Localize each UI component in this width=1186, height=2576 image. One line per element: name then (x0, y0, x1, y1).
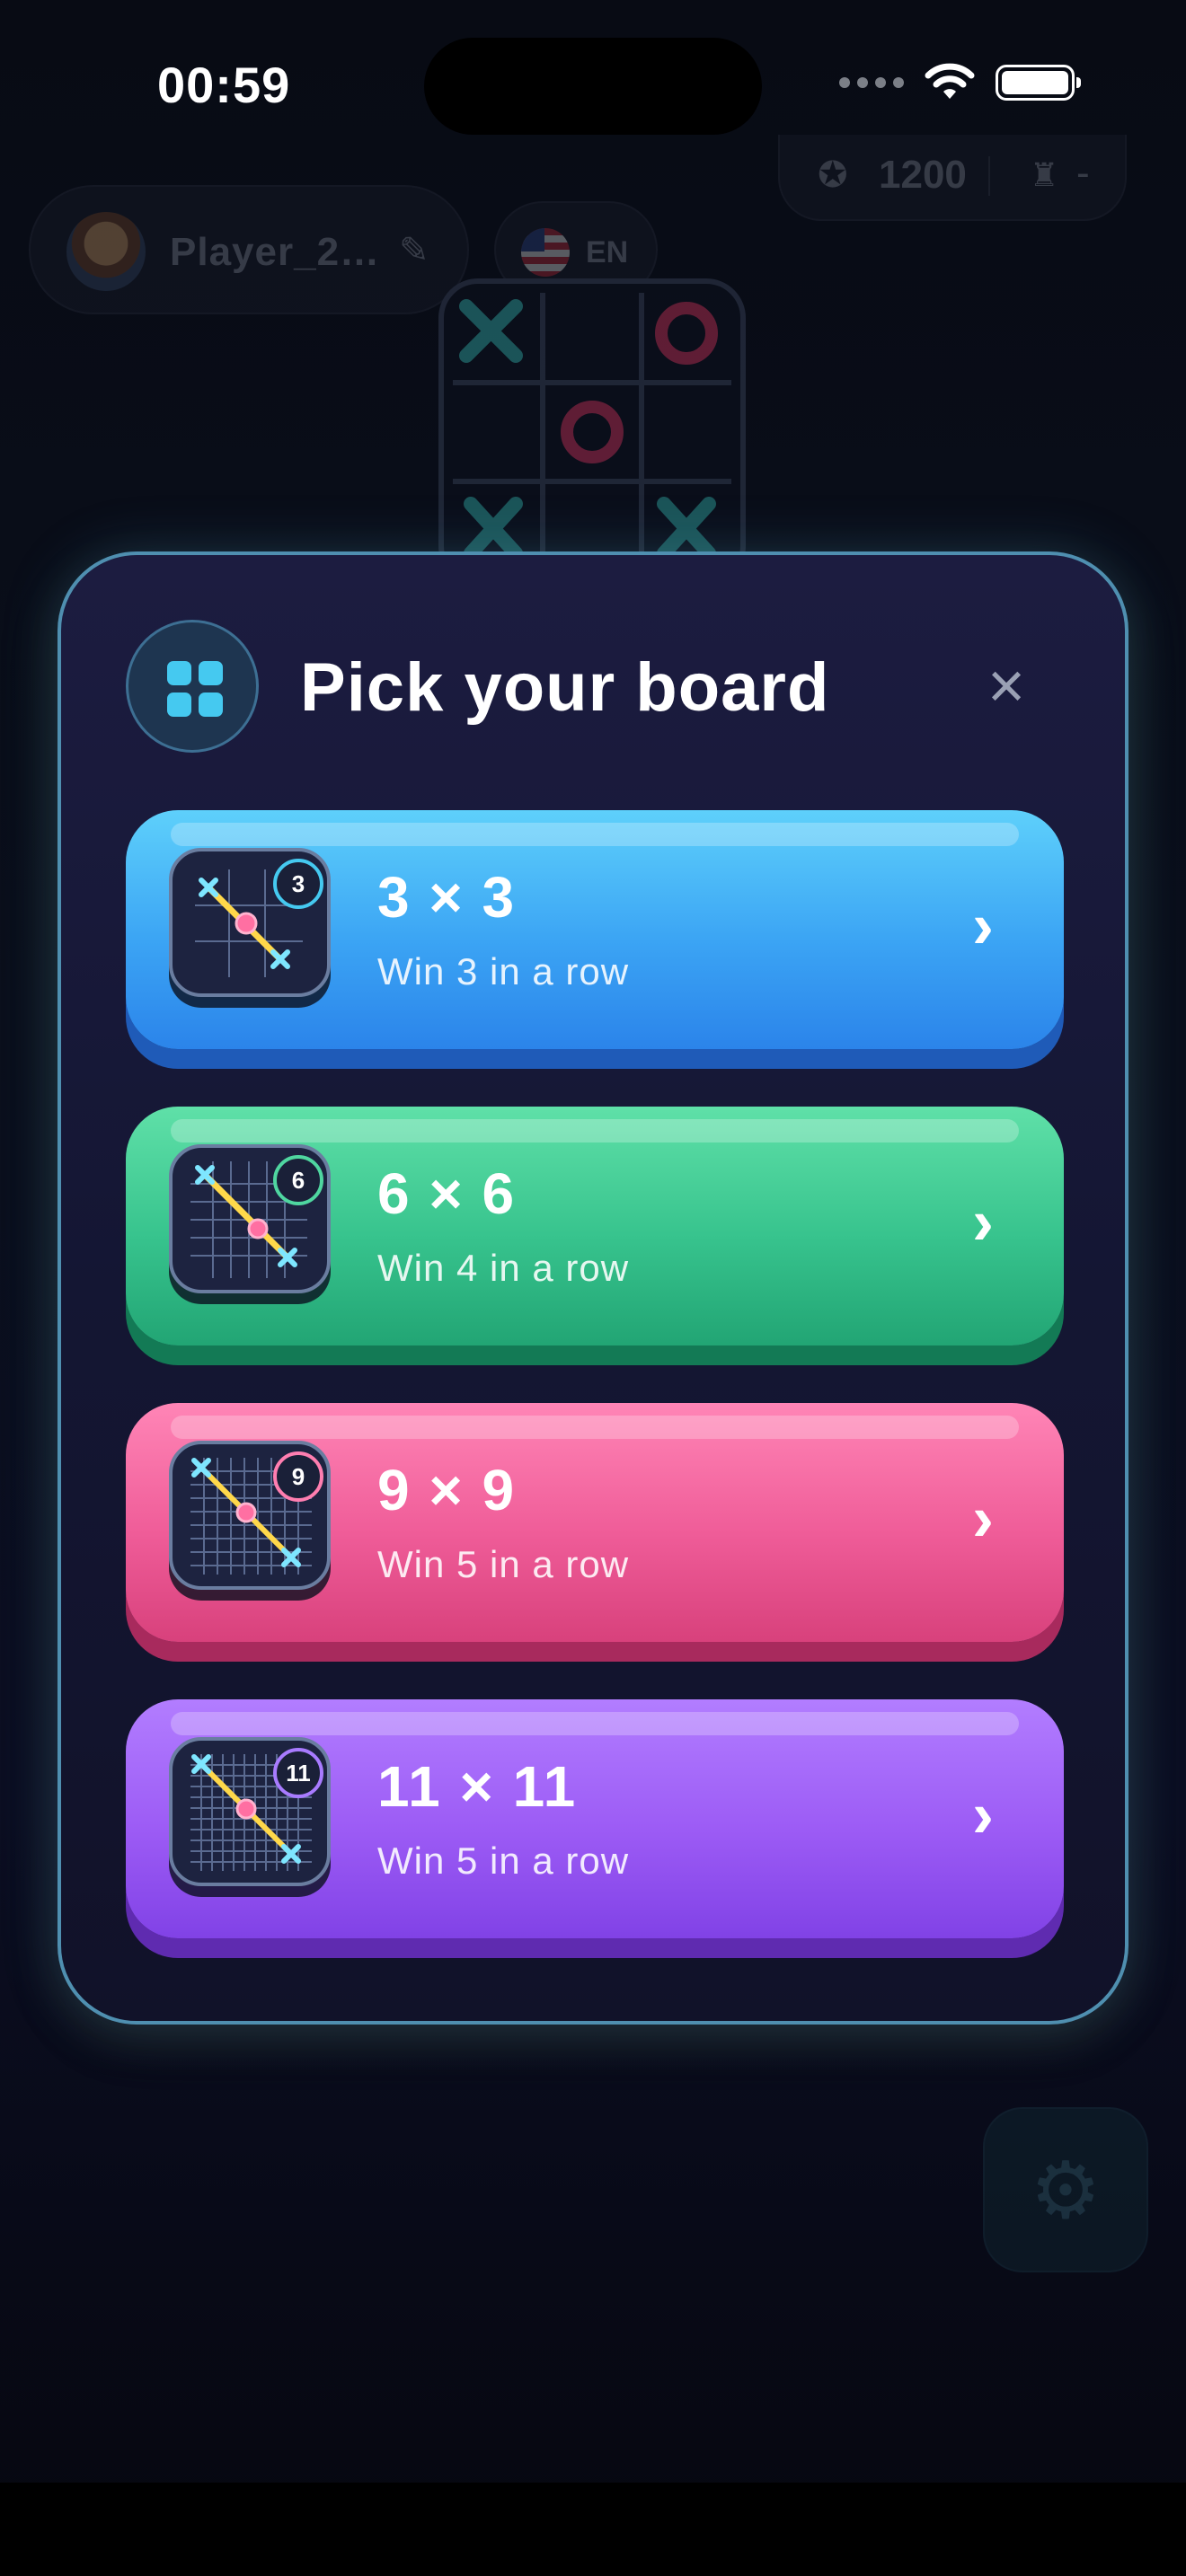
board-3x3-icon: 3 (169, 848, 331, 997)
board-option-3x3[interactable]: 3 3 × 3 Win 3 in a row › (126, 810, 1064, 1049)
player-profile-pill[interactable]: Player_2… ✎ (29, 185, 469, 314)
pencil-icon[interactable]: ✎ (399, 230, 429, 271)
home-indicator-bar (0, 2483, 1186, 2576)
chevron-right-icon: › (972, 890, 994, 962)
divider (988, 156, 990, 196)
chevron-right-icon: › (972, 1187, 994, 1258)
option-subtitle: Win 5 in a row (377, 1543, 630, 1585)
board-11x11-icon: 11 (169, 1737, 331, 1886)
option-title: 11 × 11 (377, 1754, 578, 1819)
option-subtitle: Win 4 in a row (377, 1247, 630, 1289)
avatar (66, 212, 146, 291)
option-title: 3 × 3 (377, 865, 517, 930)
modal-title: Pick your board (300, 649, 830, 726)
option-subtitle: Win 5 in a row (377, 1839, 630, 1882)
option-title: 9 × 9 (377, 1458, 517, 1522)
size-badge: 3 (273, 859, 323, 909)
chevron-right-icon: › (972, 1779, 994, 1851)
size-badge: 6 (273, 1155, 323, 1205)
gear-icon: ⚙ (1030, 2145, 1102, 2235)
option-subtitle: Win 3 in a row (377, 950, 630, 992)
grid-icon (167, 661, 223, 717)
player-name: Player_2… (170, 230, 381, 274)
board-option-9x9[interactable]: 9 9 × 9 Win 5 in a row › (126, 1403, 1064, 1642)
pick-board-modal: Pick your board × 3 3 × 3 Win 3 in a row… (58, 551, 1128, 2025)
chevron-right-icon: › (972, 1483, 994, 1555)
score-pill: ✪ 1200 ♜ - (778, 135, 1127, 221)
option-title: 6 × 6 (377, 1161, 517, 1226)
coin-icon: ✪ (818, 155, 848, 195)
us-flag-icon (521, 228, 570, 277)
language-code: EN (586, 235, 629, 269)
board-6x6-icon: 6 (169, 1144, 331, 1293)
score-value: 1200 (879, 153, 967, 197)
tic-tac-toe-logo (438, 278, 746, 586)
board-option-11x11[interactable]: 11 11 × 11 Win 5 in a row › (126, 1699, 1064, 1938)
board-grid-badge (126, 620, 259, 753)
board-option-6x6[interactable]: 6 6 × 6 Win 4 in a row › (126, 1107, 1064, 1345)
size-badge: 9 (273, 1451, 323, 1502)
rank-icon: ♜ (1030, 156, 1059, 193)
settings-button[interactable]: ⚙ (983, 2107, 1148, 2272)
close-icon[interactable]: × (970, 650, 1042, 722)
board-9x9-icon: 9 (169, 1441, 331, 1590)
size-badge: 11 (273, 1748, 323, 1798)
rank-value: - (1076, 151, 1090, 195)
